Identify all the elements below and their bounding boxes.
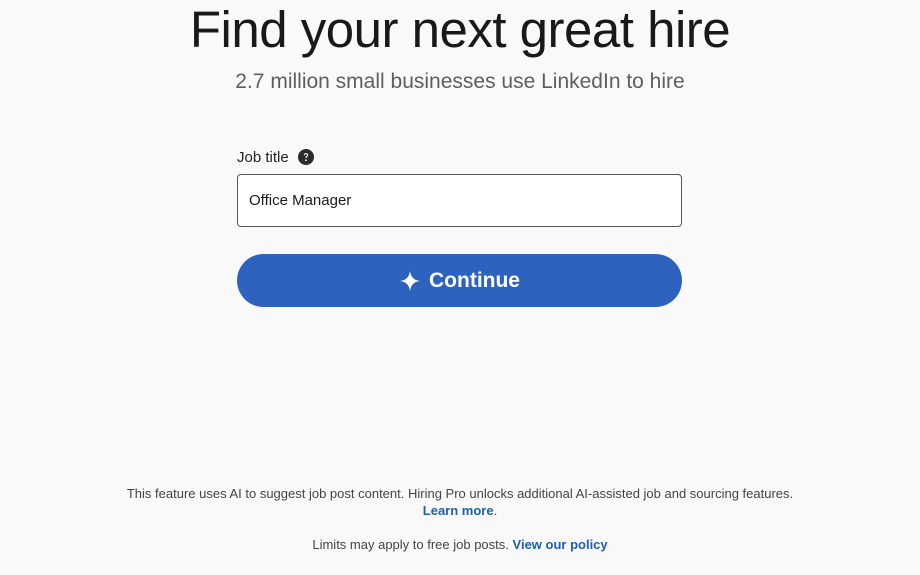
job-title-label-row: Job title bbox=[237, 146, 682, 168]
question-circle-icon[interactable] bbox=[297, 149, 314, 165]
learn-more-suffix: . bbox=[493, 503, 498, 518]
job-title-input[interactable] bbox=[237, 174, 682, 227]
continue-label: Continue bbox=[429, 268, 520, 292]
learn-more-line: Learn more. bbox=[0, 502, 920, 519]
job-post-page: Find your next great hire 2.7 million sm… bbox=[0, 0, 920, 575]
view-policy-link[interactable]: View our policy bbox=[513, 537, 608, 552]
learn-more-link[interactable]: Learn more bbox=[423, 503, 494, 518]
job-title-label: Job title bbox=[237, 148, 289, 166]
sparkle-icon bbox=[399, 270, 421, 292]
continue-button[interactable]: Continue bbox=[237, 254, 682, 307]
page-subtitle: 2.7 million small businesses use LinkedI… bbox=[235, 70, 685, 93]
job-title-form: Job title bbox=[237, 146, 682, 227]
page-title: Find your next great hire bbox=[189, 1, 731, 58]
limits-note: Limits may apply to free job posts. View… bbox=[0, 536, 920, 553]
limits-text: Limits may apply to free job posts. bbox=[312, 537, 509, 552]
ai-disclosure-note: This feature uses AI to suggest job post… bbox=[0, 485, 920, 519]
ai-note-text: This feature uses AI to suggest job post… bbox=[126, 486, 794, 501]
